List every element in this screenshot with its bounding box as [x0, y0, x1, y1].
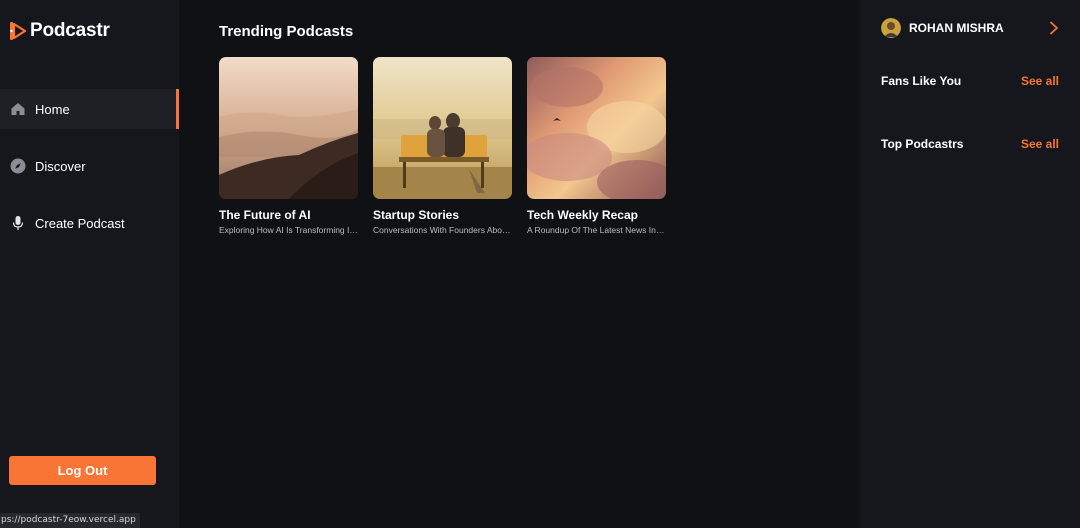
sidebar-item-discover[interactable]: Discover	[0, 146, 179, 186]
user-profile-link[interactable]: ROHAN MISHRA	[881, 18, 1059, 38]
podcast-card[interactable]: The Future of AI Exploring How AI Is Tra…	[219, 57, 358, 235]
top-podcastrs-see-all-link[interactable]: See all	[1021, 137, 1059, 151]
podcast-card[interactable]: Startup Stories Conversations With Found…	[373, 57, 512, 235]
brand-name: Podcastr	[30, 20, 110, 41]
podcastr-logo-icon	[10, 22, 27, 40]
podcast-description: A Roundup Of The Latest News In Tech	[527, 225, 666, 235]
compass-icon	[10, 158, 26, 174]
top-podcastrs-title: Top Podcastrs	[881, 137, 964, 151]
browser-status-url: ps://podcastr-7eow.vercel.app	[0, 513, 140, 528]
podcast-title[interactable]: Tech Weekly Recap	[527, 208, 666, 222]
fans-like-you-see-all-link[interactable]: See all	[1021, 74, 1059, 88]
home-icon	[10, 101, 26, 117]
podcast-card[interactable]: Tech Weekly Recap A Roundup Of The Lates…	[527, 57, 666, 235]
podcast-description: Exploring How AI Is Transforming Industr…	[219, 225, 358, 235]
sidebar-item-label: Discover	[35, 158, 86, 174]
avatar[interactable]	[881, 18, 901, 38]
sidebar-item-label: Create Podcast	[35, 215, 125, 231]
podcast-title[interactable]: Startup Stories	[373, 208, 512, 222]
sidebar-item-create-podcast[interactable]: Create Podcast	[0, 203, 179, 243]
podcast-title[interactable]: The Future of AI	[219, 208, 358, 222]
fans-like-you-title: Fans Like You	[881, 74, 962, 88]
right-sidebar: ROHAN MISHRA Fans Like You See all Top P…	[860, 0, 1080, 528]
podcast-cover-image[interactable]	[219, 57, 358, 199]
main-content: Trending Podcasts The Future of AI Explo…	[179, 0, 860, 528]
chevron-right-icon[interactable]	[1049, 21, 1059, 35]
fans-like-you-header: Fans Like You See all	[881, 74, 1059, 88]
logout-button[interactable]: Log Out	[9, 456, 156, 485]
podcast-description: Conversations With Founders About Their …	[373, 225, 512, 235]
podcast-cover-image[interactable]	[527, 57, 666, 199]
top-podcastrs-header: Top Podcastrs See all	[881, 137, 1059, 151]
app-root: Podcastr Home Discover Create Podcast Lo…	[0, 0, 1080, 528]
left-sidebar: Podcastr Home Discover Create Podcast Lo…	[0, 0, 179, 528]
sidebar-item-label: Home	[35, 101, 70, 117]
microphone-icon	[10, 215, 26, 231]
user-name[interactable]: ROHAN MISHRA	[909, 21, 1049, 35]
section-title: Trending Podcasts	[219, 23, 354, 40]
sidebar-item-home[interactable]: Home	[0, 89, 179, 129]
podcast-cover-image[interactable]	[373, 57, 512, 199]
trending-podcast-list: The Future of AI Exploring How AI Is Tra…	[219, 57, 666, 235]
brand-logo[interactable]: Podcastr	[9, 20, 110, 42]
